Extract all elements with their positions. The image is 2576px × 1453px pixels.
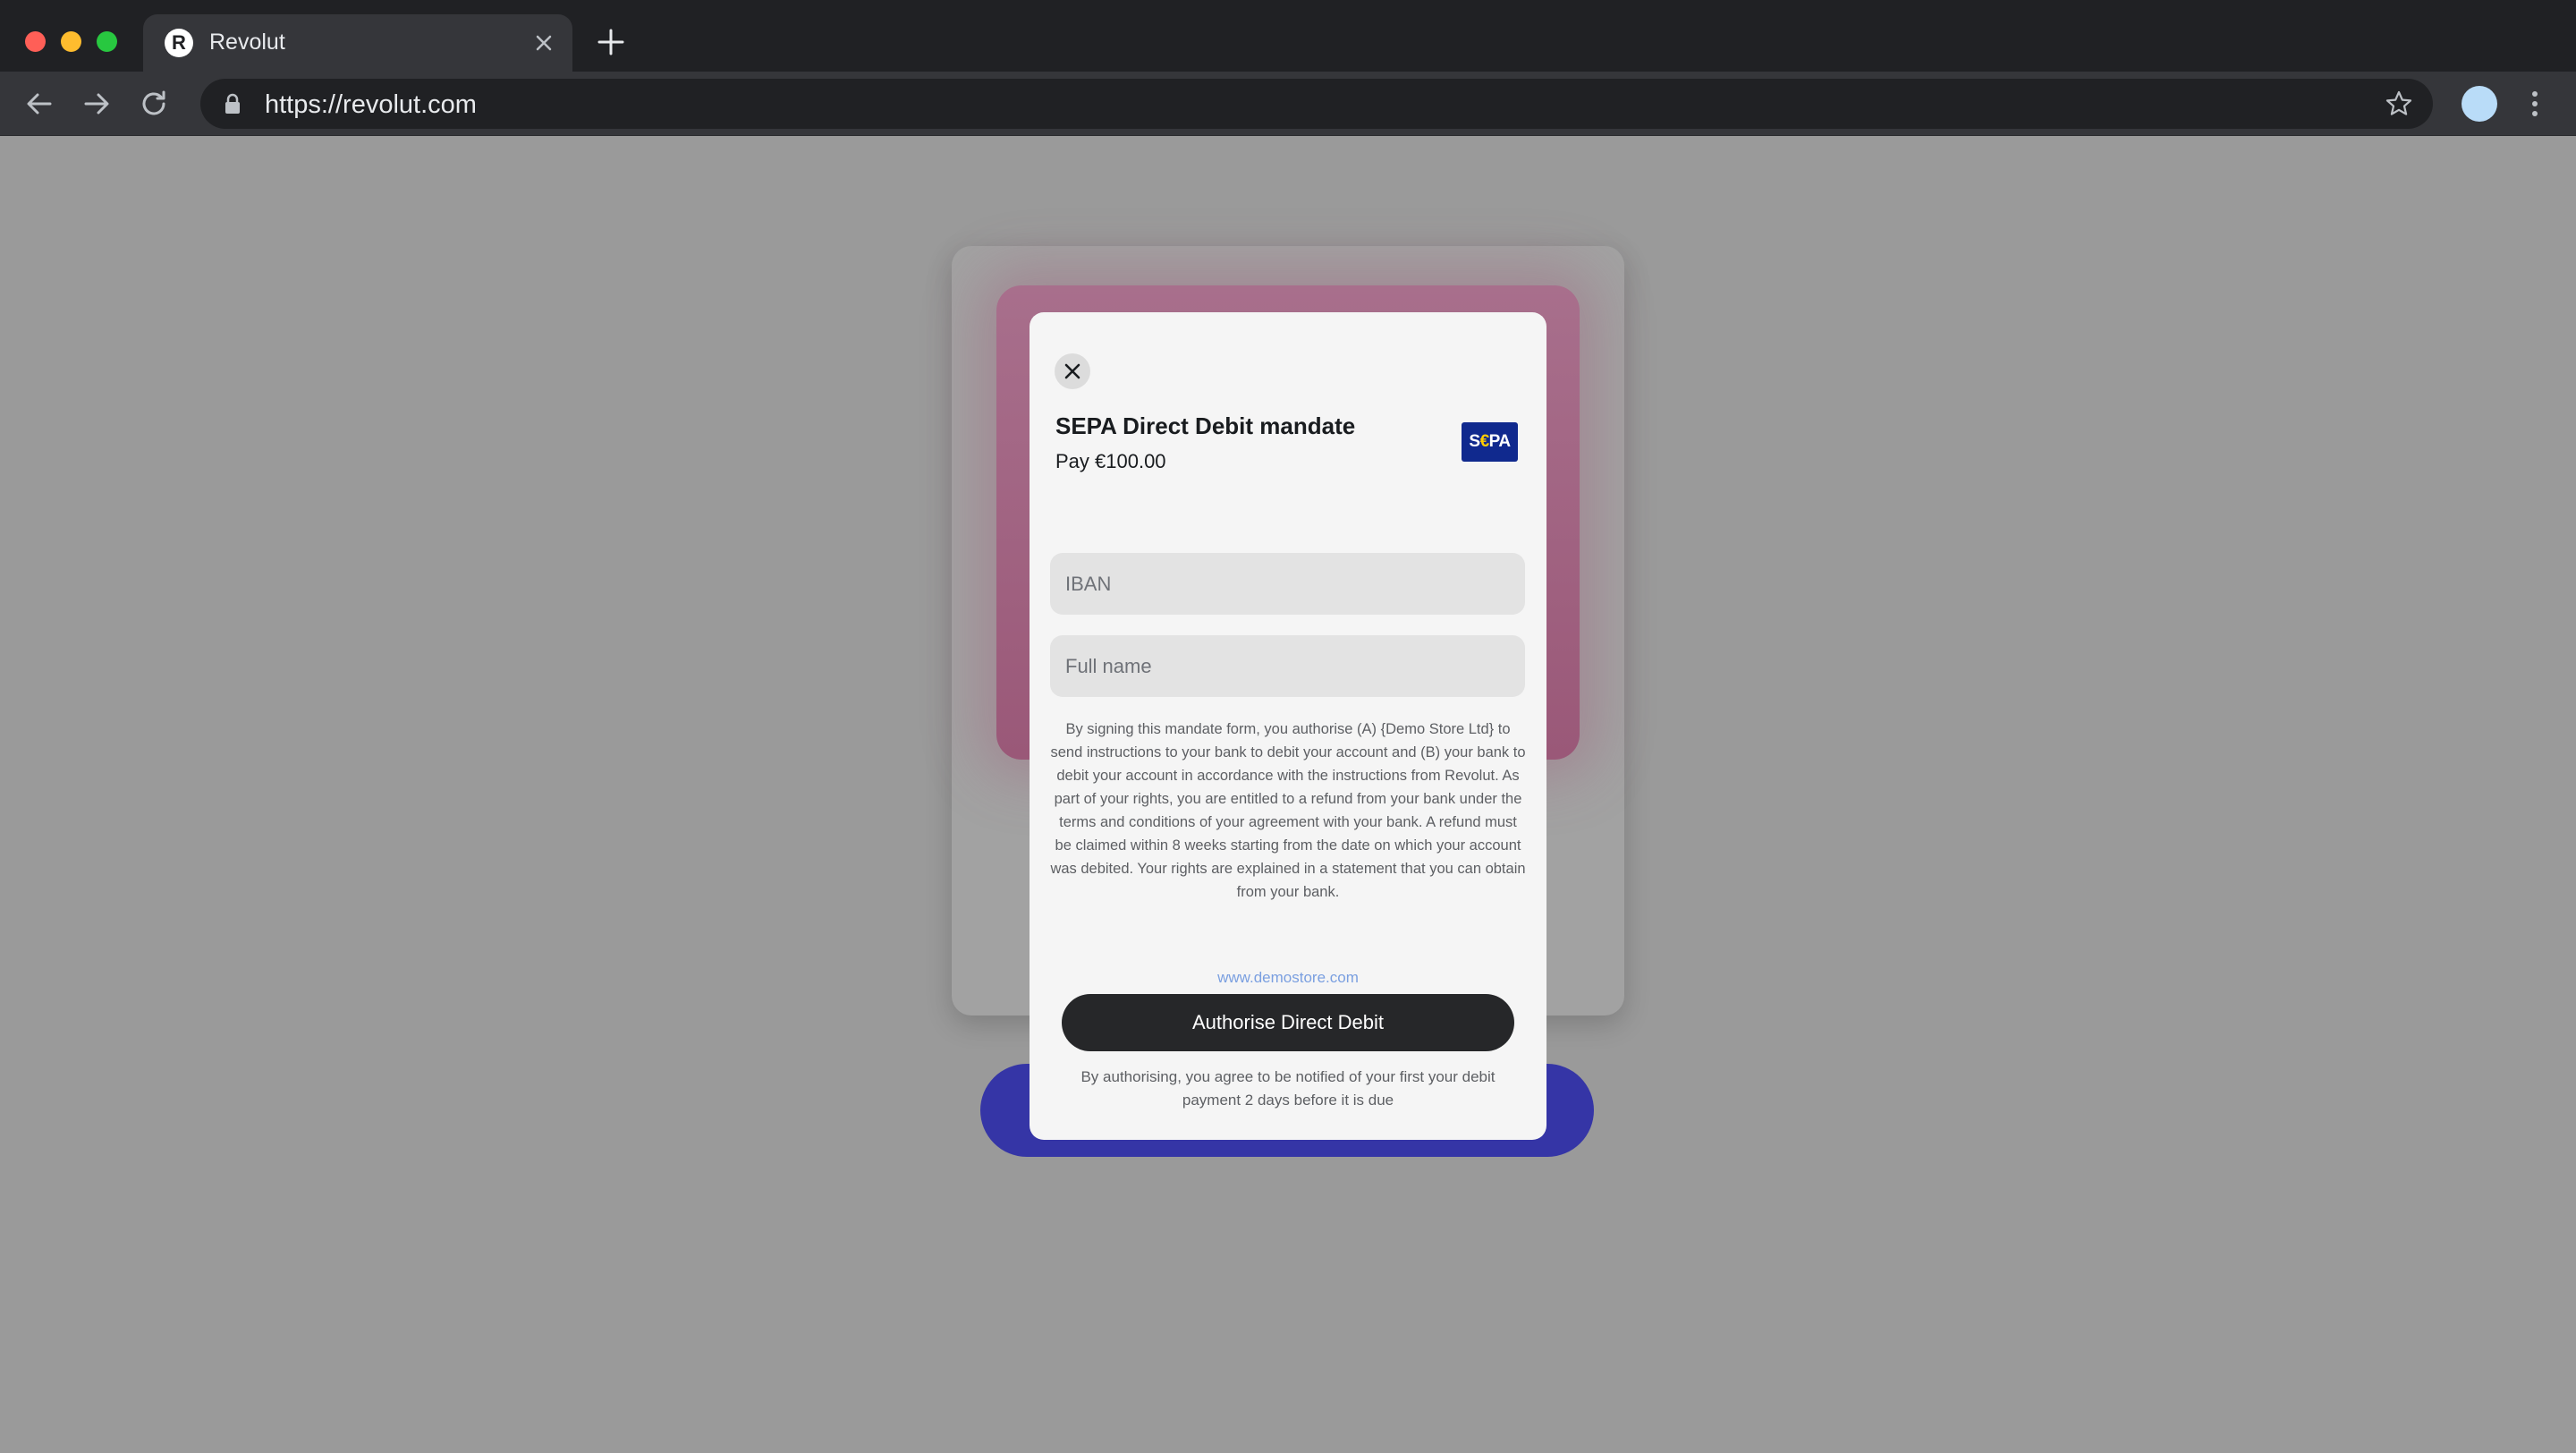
browser-tab-bar: R Revolut [0,0,2576,72]
modal-close-button[interactable] [1055,353,1090,389]
sepa-logo-prefix: S [1469,432,1480,451]
kebab-menu-icon[interactable] [2524,86,2546,122]
authorisation-footnote: By authorising, you agree to be notified… [1080,1068,1496,1109]
window-minimize-button[interactable] [61,31,81,52]
iban-input[interactable] [1050,553,1525,615]
authorise-direct-debit-button[interactable]: Authorise Direct Debit [1062,994,1514,1051]
modal-title: SEPA Direct Debit mandate [1055,412,1356,439]
reload-icon[interactable] [136,86,172,122]
address-bar[interactable]: https://revolut.com [200,79,2433,129]
window-close-button[interactable] [25,31,46,52]
tab-title: Revolut [209,30,285,55]
profile-avatar[interactable] [2462,86,2497,122]
address-bar-url: https://revolut.com [265,90,477,119]
sepa-logo-suffix: PA [1488,432,1511,451]
new-tab-plus-icon[interactable] [594,25,628,59]
sepa-mandate-modal: SEPA Direct Debit mandate Pay €100.00 S€… [1030,312,1546,1140]
tab-close-icon[interactable] [528,27,560,59]
payment-amount: Pay €100.00 [1055,450,1166,472]
close-icon [1064,363,1080,379]
window-maximize-button[interactable] [97,31,117,52]
browser-toolbar: https://revolut.com [0,72,2576,136]
browser-tab-active[interactable]: R Revolut [143,14,572,72]
lock-icon [225,93,240,114]
arrow-right-icon[interactable] [79,86,114,122]
sepa-logo-euro: € [1479,432,1490,451]
star-icon[interactable] [2385,89,2413,118]
mandate-legal-text: By signing this mandate form, you author… [1050,721,1526,900]
full-name-input[interactable] [1050,635,1525,697]
sepa-logo: S€PA [1462,422,1518,462]
arrow-left-icon[interactable] [21,86,57,122]
merchant-website-link[interactable]: www.demostore.com [1030,969,1546,987]
revolut-favicon-icon: R [165,29,193,57]
